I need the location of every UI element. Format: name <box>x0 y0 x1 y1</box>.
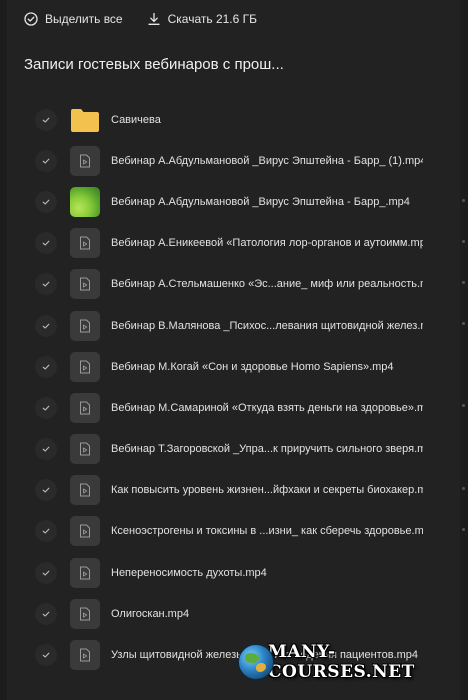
row-checkbox[interactable] <box>35 314 57 337</box>
check-circle-icon <box>24 12 38 26</box>
folder-icon <box>70 105 100 135</box>
row-checkbox[interactable] <box>35 479 57 502</box>
file-name: Вебинар А.Стельмашенко «Эс...ание_ миф и… <box>111 278 423 291</box>
file-name: Ксеноэстрогены и токсины в ...изни_ как … <box>111 525 423 538</box>
file-name: Савичева <box>111 113 161 126</box>
video-icon <box>70 392 100 423</box>
row-checkbox[interactable] <box>35 602 57 625</box>
check-icon <box>42 240 50 246</box>
video-icon <box>70 434 100 465</box>
file-name: Как повысить уровень жизнен...йфхаки и с… <box>111 484 423 497</box>
row-checkbox[interactable] <box>35 190 57 213</box>
video-icon <box>70 475 100 506</box>
toolbar: Выделить все Скачать 21.6 ГБ <box>24 9 257 29</box>
row-checkbox[interactable] <box>35 355 57 378</box>
video-icon <box>70 640 100 671</box>
check-icon <box>42 117 50 123</box>
select-all-button[interactable]: Выделить все <box>24 12 123 26</box>
check-icon <box>42 529 50 535</box>
file-name: Вебинар А.Абдульмановой _Вирус Эпштейна … <box>111 154 423 167</box>
file-name: Вебинар А.Абдульмановой _Вирус Эпштейна … <box>111 195 410 208</box>
check-icon <box>42 364 50 370</box>
file-row[interactable]: Вебинар А.Стельмашенко «Эс...ание_ миф и… <box>0 264 468 305</box>
row-checkbox[interactable] <box>35 644 57 667</box>
file-row[interactable]: Как повысить уровень жизнен...йфхаки и с… <box>0 470 468 511</box>
check-icon <box>42 487 50 493</box>
row-checkbox[interactable] <box>35 149 57 172</box>
edge-dot <box>462 240 465 243</box>
file-name: Вебинар М.Самариной «Откуда взять деньги… <box>111 401 423 414</box>
download-label: Скачать 21.6 ГБ <box>167 12 258 26</box>
video-icon <box>70 269 100 300</box>
check-icon <box>42 611 50 617</box>
row-checkbox[interactable] <box>35 396 57 419</box>
file-row[interactable]: Вебинар М.Самариной «Откуда взять деньги… <box>0 387 468 428</box>
file-name: Непереносимость духоты.mp4 <box>111 566 267 579</box>
edge-dot <box>462 281 465 284</box>
file-row[interactable]: Ксеноэстрогены и токсины в ...изни_ как … <box>0 511 468 552</box>
video-icon <box>70 557 100 588</box>
check-icon <box>42 158 50 164</box>
file-name: Олигоскан.mp4 <box>111 607 190 620</box>
globe-icon <box>238 644 274 680</box>
edge-dot <box>462 404 465 407</box>
file-row[interactable]: Савичева <box>0 99 468 140</box>
check-icon <box>42 570 50 576</box>
check-icon <box>42 652 50 658</box>
file-name: Вебинар А.Еникеевой «Патология лор-орган… <box>111 237 423 250</box>
file-name: Вебинар Т.Загоровской _Упра...к приручит… <box>111 443 423 456</box>
check-icon <box>42 199 50 205</box>
file-list: Савичева Вебинар А.Абдульмановой _Вирус Э… <box>0 99 468 676</box>
row-checkbox[interactable] <box>35 273 57 296</box>
video-icon <box>70 145 100 176</box>
file-row[interactable]: Вебинар А.Абдульмановой _Вирус Эпштейна … <box>0 181 468 222</box>
right-edge <box>460 0 468 700</box>
file-row[interactable]: Олигоскан.mp4 <box>0 593 468 634</box>
watermark: MANY-COURSES.NET <box>238 642 464 682</box>
edge-dot <box>462 487 465 490</box>
image-thumbnail <box>70 186 100 217</box>
select-all-label: Выделить все <box>45 12 123 26</box>
file-name: Вебинар М.Когай «Сон и здоровье Homo Sap… <box>111 360 394 373</box>
edge-dot <box>462 199 465 202</box>
download-icon <box>147 12 160 25</box>
file-row[interactable]: Вебинар А.Абдульмановой _Вирус Эпштейна … <box>0 140 468 181</box>
row-checkbox[interactable] <box>35 232 57 255</box>
folder-title: Записи гостевых вебинаров с прош... <box>24 56 284 73</box>
file-name: Вебинар В.Малянова _Психос...левания щит… <box>111 319 423 332</box>
row-checkbox[interactable] <box>35 438 57 461</box>
video-icon <box>70 516 100 547</box>
watermark-text: MANY-COURSES.NET <box>268 642 415 682</box>
edge-dot <box>462 528 465 531</box>
file-row[interactable]: Вебинар А.Еникеевой «Патология лор-орган… <box>0 223 468 264</box>
file-row[interactable]: Вебинар В.Малянова _Психос...левания щит… <box>0 305 468 346</box>
file-row[interactable]: Вебинар М.Когай «Сон и здоровье Homo Sap… <box>0 346 468 387</box>
file-row[interactable]: Вебинар Т.Загоровской _Упра...к приручит… <box>0 429 468 470</box>
video-icon <box>70 228 100 259</box>
download-button[interactable]: Скачать 21.6 ГБ <box>147 12 257 26</box>
video-icon <box>70 310 100 341</box>
check-icon <box>42 281 50 287</box>
check-icon <box>42 323 50 329</box>
check-icon <box>42 405 50 411</box>
video-icon <box>70 351 100 382</box>
row-checkbox[interactable] <box>35 108 57 131</box>
file-row[interactable]: Непереносимость духоты.mp4 <box>0 552 468 593</box>
check-icon <box>42 446 50 452</box>
row-checkbox[interactable] <box>35 561 57 584</box>
video-icon <box>70 598 100 629</box>
row-checkbox[interactable] <box>35 520 57 543</box>
edge-dot <box>462 322 465 325</box>
